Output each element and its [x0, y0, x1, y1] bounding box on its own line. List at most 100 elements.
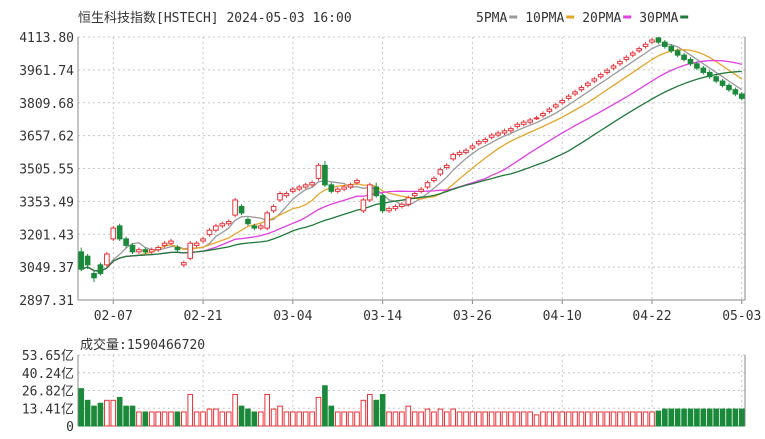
- candle-body: [168, 240, 174, 244]
- volume-bar: [360, 399, 367, 427]
- volume-bar: [78, 388, 85, 427]
- candle-body: [290, 188, 296, 192]
- volume-bar: [674, 408, 681, 427]
- candle: [738, 91, 745, 101]
- y-tick-label: 3049.37: [19, 261, 74, 276]
- candle: [565, 94, 572, 101]
- volume-bar: [604, 411, 610, 427]
- x-tick-label: 02-07: [94, 309, 133, 324]
- candle: [488, 132, 495, 140]
- volume-bar: [687, 408, 694, 427]
- candle: [552, 102, 559, 110]
- volume-bar: [655, 410, 662, 427]
- candle: [642, 42, 649, 49]
- y-tick-label: 3809.68: [19, 97, 74, 112]
- candle-body: [155, 247, 161, 251]
- candle-body: [732, 89, 739, 95]
- candle: [110, 225, 117, 242]
- candle-body: [546, 108, 553, 112]
- volume-bar: [136, 411, 142, 427]
- volume-bar: [495, 411, 501, 427]
- candle-body: [354, 180, 360, 184]
- chart-title: 恒生科技指数[HSTECH] 2024-05-03 16:00: [78, 11, 352, 26]
- volume-bar: [386, 411, 392, 427]
- volume-bar: [411, 411, 418, 427]
- ma10-line: [80, 49, 743, 272]
- candle: [136, 247, 142, 255]
- candle-body: [309, 182, 315, 186]
- candle-body: [386, 208, 392, 212]
- candle-body: [257, 225, 264, 229]
- volume-bar: [405, 405, 412, 427]
- candle-body: [373, 186, 380, 197]
- candle-body: [322, 164, 328, 186]
- volume-bar: [373, 399, 380, 427]
- candle: [277, 191, 283, 203]
- volume-bar: [367, 394, 373, 427]
- candle-body: [347, 184, 354, 188]
- volume-bar: [264, 394, 271, 427]
- y-tick-label: 3353.49: [19, 195, 74, 210]
- volume-bar: [110, 399, 117, 427]
- legend: 5PMA 10PMA 20PMA 30PMA: [476, 11, 689, 26]
- candle-body: [469, 145, 476, 149]
- legend-item: 30PMA: [639, 11, 689, 26]
- volume-bar: [623, 411, 630, 427]
- candle-body: [597, 74, 604, 78]
- y-tick-label: 3657.62: [19, 130, 74, 145]
- volume-bar: [488, 411, 495, 427]
- volume-bar: [328, 405, 335, 427]
- candle-body: [84, 255, 91, 266]
- candle-body: [283, 192, 290, 197]
- candle: [706, 70, 713, 79]
- volume-label: 成交量:1590466720: [80, 337, 205, 353]
- volume-bar: [456, 411, 463, 427]
- volume-bar: [251, 411, 258, 427]
- candle-body: [540, 112, 546, 117]
- candle-body: [629, 52, 636, 56]
- volume-bar: [341, 411, 347, 427]
- volume-bar: [148, 411, 155, 427]
- candle: [213, 223, 219, 233]
- volume-bar: [565, 411, 572, 427]
- volume-bar: [719, 408, 726, 427]
- y-tick-label: 3201.43: [19, 228, 74, 243]
- candle-body: [110, 227, 117, 240]
- candle-body: [501, 130, 508, 134]
- volume-bar: [700, 408, 707, 427]
- candle-body: [700, 67, 707, 73]
- volume-bar: [482, 411, 489, 427]
- x-tick-label: 04-10: [543, 309, 582, 324]
- candle: [373, 182, 380, 198]
- candle-body: [565, 95, 572, 99]
- volume-bar: [424, 408, 431, 427]
- candle-body: [302, 184, 309, 188]
- candle-body: [148, 249, 155, 253]
- candle-body: [649, 39, 655, 43]
- candle-body: [719, 80, 726, 86]
- volume-bar: [84, 399, 91, 427]
- candle: [482, 137, 489, 144]
- ma20-line: [80, 59, 742, 272]
- volume-bar: [91, 405, 97, 427]
- candle-body: [315, 164, 322, 179]
- candle-body: [104, 253, 110, 266]
- volume-bar: [508, 411, 514, 427]
- candle-body: [604, 69, 610, 73]
- candle: [604, 68, 610, 75]
- candle-body: [636, 48, 642, 52]
- volume-bar: [238, 405, 245, 427]
- y-tick-label: 13.41亿: [22, 402, 74, 417]
- candle-body: [341, 186, 347, 190]
- candle-body: [424, 182, 431, 188]
- candle: [360, 197, 367, 213]
- volume-bar: [476, 411, 482, 427]
- volume-bar: [527, 411, 533, 427]
- candle: [392, 204, 399, 211]
- volume-bar: [392, 411, 399, 427]
- volume-bar: [546, 411, 553, 427]
- candle: [527, 117, 533, 125]
- candle: [540, 111, 546, 118]
- candle: [726, 83, 732, 92]
- candle-body: [681, 54, 687, 60]
